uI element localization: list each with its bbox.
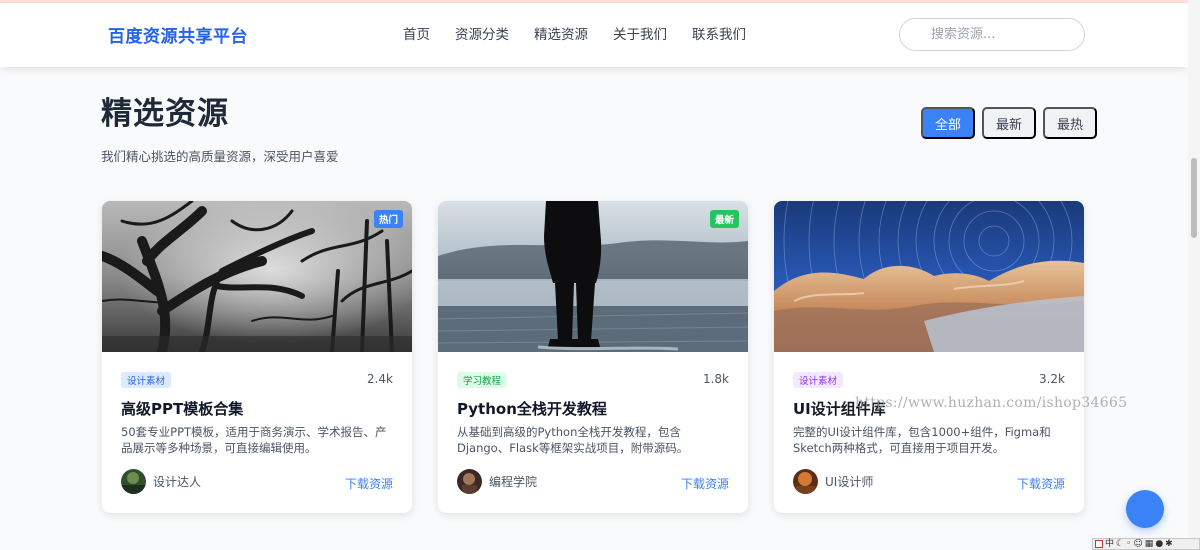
ime-mode-label[interactable]: 中 — [1105, 539, 1114, 549]
punctuation-icon[interactable]: ◦ — [1126, 539, 1131, 549]
category-tag: 设计素材 — [121, 372, 172, 388]
download-link[interactable]: 下载资源 — [681, 475, 729, 492]
search-input[interactable] — [931, 27, 1071, 42]
author-name: 设计达人 — [153, 475, 202, 489]
nav-item-home[interactable]: 首页 — [403, 23, 430, 43]
scroll-thumb[interactable] — [1191, 158, 1197, 238]
page-subtitle: 我们精心挑选的高质量资源，深受用户喜爱 — [101, 149, 339, 164]
card-title[interactable]: Python全栈开发教程 — [457, 398, 607, 419]
download-link[interactable]: 下载资源 — [345, 475, 393, 492]
moon-icon[interactable]: ☾ — [1116, 539, 1124, 549]
lake-photo[interactable]: 最新 — [438, 201, 748, 352]
main-nav: 首页 资源分类 精选资源 关于我们 联系我们 — [403, 23, 746, 43]
nav-item-featured[interactable]: 精选资源 — [534, 23, 588, 43]
new-badge: 最新 — [709, 210, 739, 228]
card-description: 从基础到高级的Python全栈开发教程，包含Django、Flask等框架实战项… — [457, 425, 689, 455]
star-trail-photo[interactable] — [774, 201, 1084, 352]
nav-item-about[interactable]: 关于我们 — [613, 23, 667, 43]
nav-item-contact[interactable]: 联系我们 — [692, 23, 746, 43]
emoji-icon[interactable]: ☺ — [1133, 539, 1142, 549]
page-scrollbar[interactable] — [1188, 0, 1200, 550]
card-body: 设计素材 3.2k UI设计组件库 完整的UI设计组件库，包含1000+组件，F… — [774, 352, 1084, 513]
resource-card[interactable]: 设计素材 3.2k UI设计组件库 完整的UI设计组件库，包含1000+组件，F… — [774, 201, 1084, 513]
forest-photo[interactable]: 热门 — [102, 201, 412, 352]
author-name: 编程学院 — [489, 475, 538, 489]
back-to-top-button[interactable] — [1126, 490, 1164, 528]
author-info: 设计达人 — [121, 469, 201, 494]
avatar — [457, 469, 482, 494]
author-info: UI设计师 — [793, 469, 873, 494]
filter-all-button[interactable]: 全部 — [921, 107, 976, 139]
avatar — [121, 469, 146, 494]
settings-icon[interactable]: ✱ — [1165, 539, 1173, 549]
download-link[interactable]: 下载资源 — [1017, 475, 1065, 492]
hot-badge: 热门 — [373, 210, 403, 228]
card-title[interactable]: 高级PPT模板合集 — [121, 398, 243, 419]
card-body: 设计素材 2.4k 高级PPT模板合集 50套专业PPT模板，适用于商务演示、学… — [102, 352, 412, 513]
card-body: 学习教程 1.8k Python全栈开发教程 从基础到高级的Python全栈开发… — [438, 352, 748, 513]
keyboard-icon[interactable]: ▦ — [1145, 539, 1154, 549]
search-box — [899, 18, 1085, 51]
user-icon[interactable]: ● — [1155, 539, 1163, 549]
author-name: UI设计师 — [825, 475, 874, 489]
ime-logo-icon — [1095, 540, 1103, 548]
category-tag: 设计素材 — [793, 372, 844, 388]
avatar — [793, 469, 818, 494]
site-logo[interactable]: 百度资源共享平台 — [108, 22, 248, 47]
nav-item-categories[interactable]: 资源分类 — [455, 23, 509, 43]
watermark-text: https://www.huzhan.com/ishop34665 — [855, 395, 1128, 411]
filter-newest-button[interactable]: 最新 — [982, 107, 1037, 139]
category-tag: 学习教程 — [457, 372, 508, 388]
site-header: 百度资源共享平台 首页 资源分类 精选资源 关于我们 联系我们 — [0, 3, 1188, 67]
filter-group: 全部 最新 最热 — [921, 107, 1098, 139]
card-description: 完整的UI设计组件库，包含1000+组件，Figma和Sketch两种格式，可直… — [793, 425, 1051, 455]
download-count: 2.4k — [366, 372, 393, 386]
card-description: 50套专业PPT模板，适用于商务演示、学术报告、产品展示等多种场景，可直接编辑使… — [121, 425, 387, 455]
download-count: 3.2k — [1038, 372, 1065, 386]
resource-card[interactable]: 最新 学习教程 1.8k Python全栈开发教程 从基础到高级的Python全… — [438, 201, 748, 513]
download-count: 1.8k — [702, 372, 729, 386]
ime-toolbar: 中 ☾ ◦ ☺ ▦ ● ✱ — [1092, 538, 1200, 550]
page-title: 精选资源 — [101, 96, 229, 132]
author-info: 编程学院 — [457, 469, 537, 494]
resource-card[interactable]: 热门 设计素材 2.4k 高级PPT模板合集 50套专业PPT模板，适用于商务演… — [102, 201, 412, 513]
filter-hottest-button[interactable]: 最热 — [1043, 107, 1098, 139]
